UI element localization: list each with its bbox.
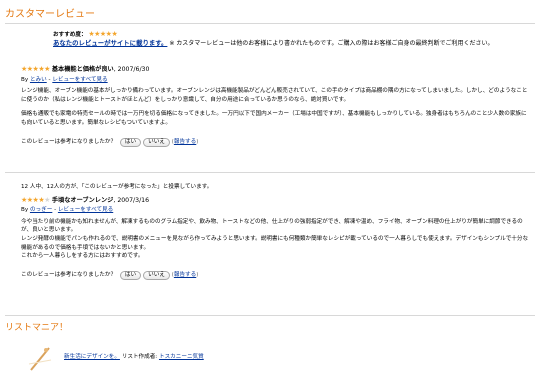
review-byline: By とみい - レビューをすべて見る [21, 76, 531, 85]
by-label: By [21, 207, 29, 214]
divider [5, 315, 535, 316]
review-body: 今や当たり前の機能かも知れませんが、解凍するもののグラム指定や、飲み物、トースト… [21, 218, 523, 234]
rating-label: おすすめ度： [53, 32, 87, 38]
star-rating-icon: ★★★★★ [88, 30, 118, 38]
helpful-yes-button[interactable]: はい [119, 270, 142, 280]
list-creator-label: リスト作成者: [121, 354, 158, 360]
vote-summary: 12 人中、12人の方が、「このレビューが参考になった」と投票しています。 [21, 184, 213, 190]
helpful-question: このレビューは参考になりましたか？ [21, 271, 117, 278]
promo-line: あなたのレビューがサイトに載ります。 ※ カスタマーレビューは他のお客様により書… [53, 39, 533, 48]
list-thumbnail-icon[interactable] [25, 340, 55, 374]
see-all-reviews-link[interactable]: レビューをすべて見る [52, 77, 107, 83]
list-creator-link[interactable]: トスカニーニ気質 [159, 354, 204, 360]
by-label: By [21, 76, 29, 83]
divider [5, 172, 535, 173]
customer-reviews-heading: カスタマーレビュー [5, 9, 95, 20]
helpful-no-button[interactable]: いいえ [143, 137, 170, 147]
report-link[interactable]: 報告する [174, 272, 196, 278]
see-all-reviews-link[interactable]: レビューをすべて見る [58, 207, 113, 213]
list-title-link[interactable]: 新生活にデザインを。 [64, 354, 120, 360]
helpful-yes-button[interactable]: はい [119, 137, 142, 147]
review-header: ★★★★★ 手頃なオーブンレンジ, 2007/3/16 [21, 196, 531, 206]
star-rating-icon: ★★★★★ [21, 195, 50, 204]
review-body: 価格も通販でも家電の特売セールの時では一万円を切る価格になってきました。一万円以… [21, 111, 527, 126]
listmania-item: 新生活にデザインを。 リスト作成者: トスカニーニ気質 [64, 353, 524, 362]
review-title: 基本機能と価格が良い [51, 66, 114, 73]
author-link[interactable]: のっぎー [30, 207, 52, 213]
write-review-link[interactable]: あなたのレビューがサイトに載ります。 [53, 39, 167, 47]
review-body: これから一人暮らしをする方にはおすすめです。 [21, 253, 144, 260]
review-body: レンジ機能、オーブン機能の基本がしっかり備わっています。オーブンレンジは高機能製… [21, 88, 528, 103]
report-link[interactable]: 報告する [174, 139, 196, 145]
review-byline: By のっぎー - レビューをすべて見る [21, 206, 531, 215]
helpful-row: このレビューは参考になりましたか？ はい いいえ (報告する) [21, 270, 199, 280]
star-rating-icon: ★★★★★ [21, 65, 50, 73]
review-title: 手頃なオーブンレンジ [51, 196, 114, 204]
helpful-question: このレビューは参考になりましたか？ [21, 138, 117, 145]
helpful-no-button[interactable]: いいえ [143, 270, 170, 280]
divider [5, 23, 535, 24]
author-link[interactable]: とみい [30, 77, 47, 83]
review-item: 12 人中、12人の方が、「このレビューが参考になった」と投票しています。 ★★… [21, 183, 531, 280]
review-date: 2007/3/16 [117, 196, 150, 204]
helpful-row: このレビューは参考になりましたか？ はい いいえ (報告する) [21, 137, 199, 147]
review-item: ★★★★★ 基本機能と価格が良い, 2007/6/30 By とみい - レビュ… [21, 65, 531, 147]
review-page: カスタマーレビュー おすすめ度： ★★★★★ あなたのレビューがサイトに載ります… [0, 0, 540, 376]
review-body: レンジ発酵の機能でパンも作れるので、説明書のメニューを見ながら作ってみようと思い… [21, 235, 529, 251]
review-header: ★★★★★ 基本機能と価格が良い, 2007/6/30 [21, 65, 531, 75]
review-date: 2007/6/30 [117, 66, 150, 73]
promo-note: ※ カスタマーレビューは他のお客様により書かれたものです。ご購入の際はお客様ご自… [169, 40, 494, 47]
listmania-heading: リストマニア！ [5, 323, 69, 333]
